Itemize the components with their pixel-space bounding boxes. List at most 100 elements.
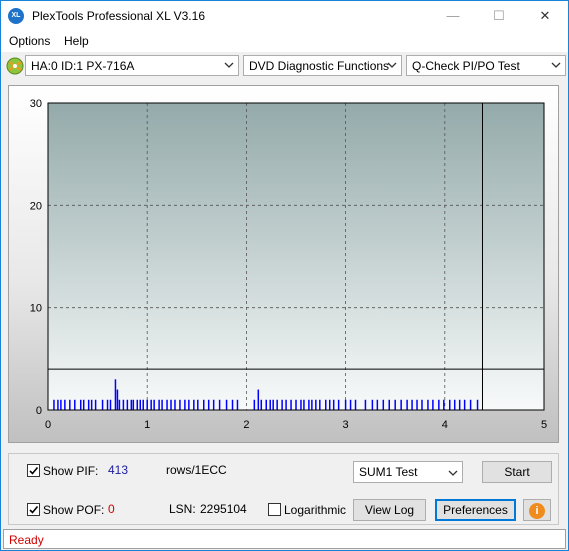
data-bar <box>325 399 327 410</box>
x-tick-label: 0 <box>45 419 51 431</box>
title-bar[interactable]: XL PlexTools Professional XL V3.16 — ☐ ✕ <box>1 1 568 31</box>
data-bar <box>79 399 82 410</box>
y-tick-label: 20 <box>30 200 42 212</box>
data-bar <box>114 379 117 410</box>
data-bar <box>458 399 461 410</box>
preferences-button[interactable]: Preferences <box>435 499 516 521</box>
data-bar <box>443 399 445 410</box>
data-bar <box>388 399 390 410</box>
check-icon <box>29 505 39 514</box>
data-bar <box>126 399 129 410</box>
window-title: PlexTools Professional XL V3.16 <box>32 9 205 23</box>
x-tick-label: 3 <box>343 419 349 431</box>
data-bar <box>354 399 357 410</box>
data-bar <box>122 399 125 410</box>
show-pof-checkbox[interactable] <box>27 503 40 516</box>
y-tick-label: 30 <box>30 98 42 110</box>
drive-select[interactable]: HA:0 ID:1 PX-716A <box>25 55 239 76</box>
data-bar <box>432 399 434 410</box>
data-bar <box>69 399 71 410</box>
data-bar <box>166 399 168 410</box>
start-button[interactable]: Start <box>482 461 552 483</box>
data-bar <box>218 399 221 410</box>
data-bar <box>421 399 423 410</box>
info-button[interactable]: i <box>523 499 551 521</box>
show-pif-checkbox[interactable] <box>27 464 40 477</box>
toolbar: HA:0 ID:1 PX-716A DVD Diagnostic Functio… <box>1 53 568 79</box>
data-bar <box>319 399 321 410</box>
test-select[interactable]: Q-Check PI/PO Test <box>406 55 566 76</box>
data-bar <box>416 399 418 410</box>
view-log-button[interactable]: View Log <box>353 499 426 521</box>
data-bar <box>344 399 347 410</box>
data-bar <box>150 399 152 410</box>
disc-drive-icon <box>6 57 24 75</box>
logarithmic-checkbox[interactable] <box>268 503 281 516</box>
data-bar <box>406 399 408 410</box>
pif-value: 413 <box>108 463 129 477</box>
data-bar <box>57 399 59 410</box>
data-bar <box>53 399 55 410</box>
app-window: XL PlexTools Professional XL V3.16 — ☐ ✕… <box>0 0 569 551</box>
data-bar <box>153 399 155 410</box>
data-bar <box>118 399 121 410</box>
data-bar <box>411 399 413 410</box>
minimize-button[interactable]: — <box>430 1 476 31</box>
data-bar <box>449 399 451 410</box>
data-bar <box>132 399 135 410</box>
data-bar <box>303 399 305 410</box>
data-bar <box>116 389 119 410</box>
data-bar <box>269 399 271 410</box>
menu-options[interactable]: Options <box>9 34 50 48</box>
data-bar <box>253 399 256 410</box>
data-bar <box>87 399 90 410</box>
data-bar <box>257 389 260 410</box>
data-bar <box>311 399 313 410</box>
close-button[interactable]: ✕ <box>522 1 568 31</box>
maximize-button[interactable]: ☐ <box>476 1 522 31</box>
x-tick-label: 5 <box>541 419 547 431</box>
status-text: Ready <box>9 533 44 547</box>
data-bar <box>272 399 274 410</box>
menu-help[interactable]: Help <box>64 34 89 48</box>
data-bar <box>197 399 199 410</box>
data-bar <box>463 399 466 410</box>
data-bar <box>236 399 239 410</box>
data-bar <box>438 399 440 410</box>
data-bar <box>469 399 472 410</box>
function-select-value: DVD Diagnostic Functions <box>249 59 390 73</box>
y-tick-label: 10 <box>30 303 42 315</box>
lsn-label: LSN: <box>169 502 196 516</box>
function-select[interactable]: DVD Diagnostic Functions <box>243 55 402 76</box>
controls-panel: Show PIF: 413 rows/1ECC SUM1 Test Start … <box>8 453 559 525</box>
data-bar <box>193 399 195 410</box>
data-bar <box>260 399 263 410</box>
data-bar <box>161 399 163 410</box>
data-bar <box>376 399 379 410</box>
x-tick-label: 2 <box>243 419 249 431</box>
sum-test-select[interactable]: SUM1 Test <box>353 461 463 483</box>
info-icon: i <box>529 503 545 519</box>
chart-panel: 0 1 2 3 4 5 0 10 20 30 <box>8 85 559 443</box>
data-bar <box>139 399 142 410</box>
data-bar <box>184 399 186 410</box>
x-tick-label: 1 <box>144 419 150 431</box>
data-bar <box>60 399 62 410</box>
data-bar <box>202 399 205 410</box>
data-bar <box>364 399 367 410</box>
data-bar <box>74 399 76 410</box>
data-bar <box>225 399 228 410</box>
data-bar <box>207 399 210 410</box>
data-bar <box>146 399 148 410</box>
data-bar <box>82 399 85 410</box>
data-bar <box>400 399 402 410</box>
data-bar <box>300 399 302 410</box>
data-bar <box>337 399 340 410</box>
data-bar <box>453 399 456 410</box>
data-bar <box>64 399 66 410</box>
data-bar <box>130 399 133 410</box>
data-bar <box>295 399 297 410</box>
data-bar <box>476 399 479 410</box>
data-bar <box>136 399 139 410</box>
data-bar <box>328 399 331 410</box>
